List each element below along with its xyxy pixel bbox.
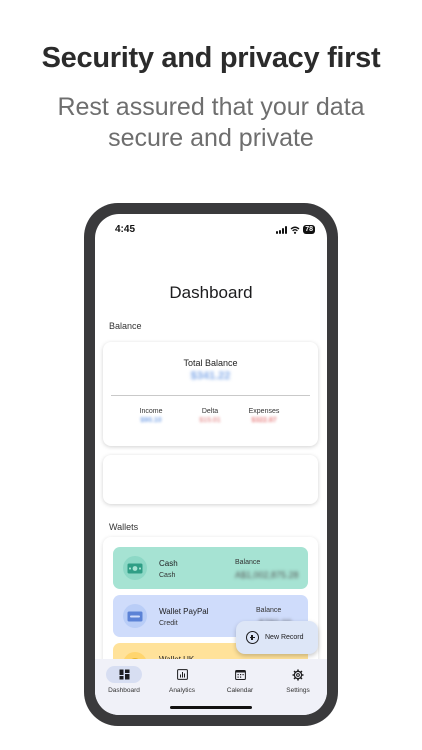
bottom-nav: Dashboard Analytics Calendar Settings (95, 659, 327, 715)
promo-headline: Security and privacy first (41, 42, 381, 74)
balance-card[interactable]: Total Balance $341.22 Income $90.10 Delt… (103, 342, 318, 446)
paypal-icon (123, 604, 147, 628)
wallets-section-label: Wallets (109, 522, 139, 532)
nav-label: Dashboard (108, 687, 140, 694)
nav-item-calendar[interactable]: Calendar (211, 666, 269, 694)
delta-label: Delta (201, 408, 219, 415)
delta-stat: Delta $15.01 (180, 408, 240, 424)
total-balance-label: Total Balance (183, 358, 238, 368)
new-record-label: New Record (265, 634, 304, 641)
empty-card (103, 455, 318, 504)
wallet-type: Credit (159, 620, 178, 627)
delta-value: $15.01 (199, 417, 221, 424)
home-indicator (170, 706, 252, 709)
nav-label: Calendar (226, 687, 254, 694)
status-icons: 78 (276, 225, 315, 234)
wallet-type: Cash (159, 572, 176, 579)
phone-screen: 4:45 78 Dashboard Balance Total Balance … (95, 214, 327, 715)
nav-item-analytics[interactable]: Analytics (153, 666, 211, 694)
battery-icon: 78 (303, 225, 315, 234)
nav-item-settings[interactable]: Settings (269, 666, 327, 694)
status-time: 4:45 (115, 224, 136, 235)
wallet-name: Cash (159, 559, 178, 568)
page-title: Dashboard (169, 283, 253, 302)
wallet-balance-label: Balance (235, 559, 261, 566)
nav-item-dashboard[interactable]: Dashboard (95, 666, 153, 694)
expenses-value: $322.87 (251, 417, 277, 424)
nav-label: Settings (286, 687, 310, 694)
expenses-label: Expenses (248, 408, 280, 415)
income-stat: Income $90.10 (121, 408, 181, 424)
income-label: Income (139, 408, 163, 415)
wallet-name: Wallet PayPal (159, 607, 209, 616)
add-circle-icon (246, 631, 259, 644)
total-balance-value: $341.22 (190, 370, 231, 382)
promo-subline: Rest assured that your data secure and p… (57, 93, 365, 152)
wallet-card-cash[interactable]: Cash Cash Balance A$1,002,875.28 (113, 547, 308, 589)
balance-section-label: Balance (109, 321, 142, 331)
wallet-balance-value: A$1,002,875.28 (235, 570, 299, 580)
nav-label: Analytics (168, 687, 195, 694)
income-value: $90.10 (140, 417, 162, 424)
balance-divider (111, 395, 310, 396)
dashboard-icon (106, 666, 142, 683)
analytics-icon (164, 666, 200, 683)
settings-icon (280, 666, 316, 683)
new-record-button[interactable]: New Record (236, 621, 318, 654)
wallet-balance-label: Balance (256, 607, 282, 614)
cash-icon (123, 556, 147, 580)
wifi-icon (290, 226, 300, 234)
signal-icon (276, 225, 288, 234)
expenses-stat: Expenses $322.87 (234, 408, 294, 424)
calendar-icon (222, 666, 258, 683)
phone-frame: 4:45 78 Dashboard Balance Total Balance … (84, 203, 338, 726)
wallets-card: Cash Cash Balance A$1,002,875.28 Wallet … (103, 537, 318, 677)
status-bar: 4:45 78 (95, 224, 327, 240)
